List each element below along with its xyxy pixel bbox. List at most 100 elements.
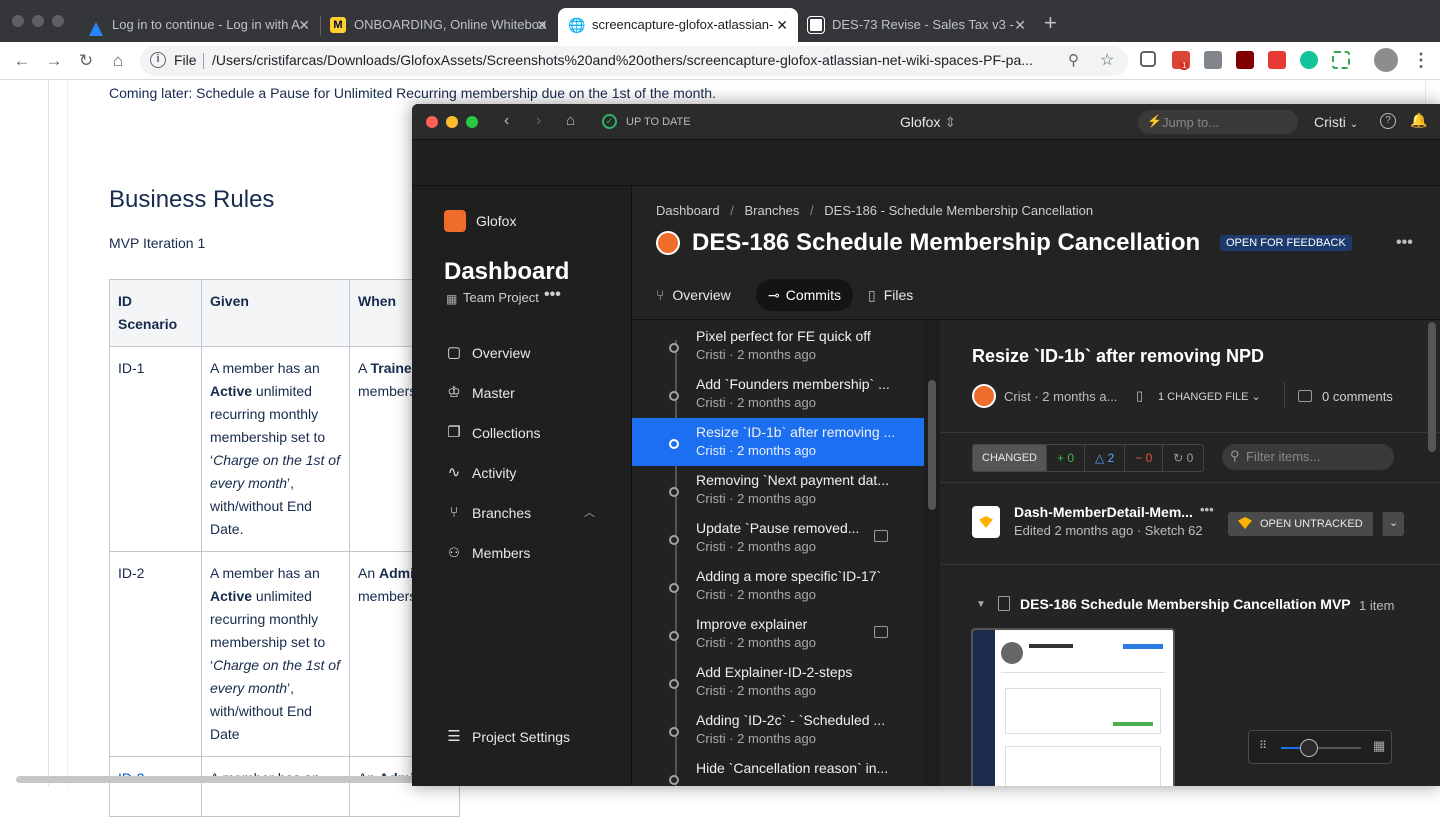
close-window-button[interactable]	[426, 116, 438, 128]
extension-icon[interactable]	[1268, 51, 1286, 69]
comment-icon[interactable]	[874, 530, 888, 542]
star-icon[interactable]: ☆	[1100, 50, 1114, 70]
sidebar-item-label: Activity	[472, 465, 517, 481]
commit-title: Resize `ID-1b` after removing ...	[696, 424, 896, 440]
close-tab-icon[interactable]: ✕	[776, 8, 788, 42]
profile-avatar[interactable]	[1374, 48, 1398, 72]
help-icon[interactable]: ?	[1380, 113, 1396, 129]
filter-modified-button[interactable]: △ 2	[1084, 445, 1124, 471]
commit-title: Add `Founders membership` ...	[696, 376, 890, 392]
browser-tab[interactable]: DES-73 Revise - Sales Tax v3 - ✕	[798, 8, 1036, 42]
project-switcher[interactable]: Glofox ⇕	[900, 114, 956, 131]
close-tab-icon[interactable]: ✕	[298, 8, 310, 42]
ublock-icon[interactable]	[1236, 51, 1254, 69]
comments-count[interactable]: 0 comments	[1322, 389, 1393, 404]
filter-added-button[interactable]: + 0	[1046, 445, 1084, 471]
commit-list-item[interactable]: Update `Pause removed... Cristi · 2 month…	[632, 514, 924, 562]
breadcrumb-item[interactable]: Dashboard	[656, 203, 720, 218]
user-menu[interactable]: Cristi ⌄	[1314, 114, 1358, 130]
tab-files[interactable]: ▯ Files	[868, 279, 913, 311]
close-tab-icon[interactable]: ✕	[536, 8, 548, 42]
home-icon[interactable]: ⌂	[566, 112, 575, 129]
sidebar-item-branches[interactable]: ⑂ Branches ︿	[444, 501, 604, 525]
horizontal-scrollbar[interactable]	[16, 776, 416, 783]
miro-icon: M	[330, 17, 346, 33]
commit-list-item[interactable]: Pixel perfect for FE quick off Cristi · 2…	[632, 322, 924, 370]
minimize-window-button[interactable]	[446, 116, 458, 128]
back-icon[interactable]: ‹	[504, 112, 509, 130]
commit-list-item[interactable]: Hide `Cancellation reason` in...	[632, 754, 924, 786]
chevron-up-icon[interactable]: ︿	[584, 501, 595, 525]
more-icon[interactable]: •••	[1200, 502, 1214, 517]
bell-icon[interactable]: 🔔	[1410, 112, 1427, 129]
gmail-icon[interactable]: 1	[1172, 51, 1190, 70]
tab-commits[interactable]: ⊸ Commits	[756, 279, 853, 311]
filter-moved-button[interactable]: ↻ 0	[1162, 445, 1203, 471]
file-icon: ▯	[1136, 388, 1144, 403]
browser-tab-active[interactable]: 🌐 screencapture-glofox-atlassian- ✕	[558, 8, 798, 42]
filter-items-input[interactable]: ⚲ Filter items...	[1222, 444, 1394, 470]
grid-small-icon[interactable]: ⠿	[1259, 739, 1267, 752]
abstract-icon	[807, 16, 825, 34]
table-header: ID Scenario	[109, 279, 202, 347]
commit-list-item[interactable]: Resize `ID-1b` after removing ... Cristi …	[632, 418, 924, 466]
file-name[interactable]: Dash-MemberDetail-Mem...	[1014, 504, 1193, 520]
commit-list-scrollbar[interactable]	[928, 380, 936, 510]
commit-meta: Cristi · 2 months ago	[696, 731, 816, 746]
detail-scrollbar[interactable]	[1428, 322, 1436, 452]
comment-icon[interactable]	[874, 626, 888, 638]
tab-overview[interactable]: ⑂ Overview	[656, 279, 731, 311]
zoom-window-button[interactable]	[466, 116, 478, 128]
commit-list-item[interactable]: Improve explainer Cristi · 2 months ago	[632, 610, 924, 658]
menu-icon[interactable]: ⋮	[1412, 50, 1430, 71]
camera-icon[interactable]	[1204, 51, 1222, 69]
zoom-slider-track[interactable]	[1281, 747, 1361, 749]
filter-changed-button[interactable]: CHANGED	[973, 445, 1047, 471]
open-options-chevron-icon[interactable]: ⌄	[1382, 512, 1404, 536]
back-icon[interactable]: ←	[11, 50, 33, 72]
person-icon: ⚇	[448, 545, 460, 560]
breadcrumb-item[interactable]: DES-186 - Schedule Membership Cancellati…	[824, 203, 1093, 218]
artboard-thumbnail[interactable]	[971, 628, 1175, 786]
collapse-triangle-icon[interactable]: ▼	[976, 599, 986, 610]
commit-list-item[interactable]: Add Explainer-ID-2-steps Cristi · 2 month…	[632, 658, 924, 706]
grid-large-icon[interactable]: ▦	[1373, 738, 1385, 754]
forward-icon[interactable]: ›	[536, 112, 541, 130]
browser-tab[interactable]: M ONBOARDING, Online Whiteboa ✕	[320, 8, 558, 42]
address-bar[interactable]: i File /Users/cristifarcas/Downloads/Glo…	[140, 46, 1128, 76]
breadcrumb-item[interactable]: Branches	[744, 203, 799, 218]
zoom-icon[interactable]: ⚲	[1068, 51, 1079, 69]
commit-list-item[interactable]: Add `Founders membership` ... Cristi · 2 …	[632, 370, 924, 418]
close-window-button[interactable]	[12, 15, 24, 27]
browser-tab[interactable]: Log in to continue - Log in with A ✕	[78, 8, 320, 42]
change-filter-group: CHANGED + 0 △ 2 − 0 ↻ 0	[972, 444, 1205, 472]
reload-icon[interactable]: ↻	[75, 50, 97, 72]
home-icon[interactable]: ⌂	[107, 50, 129, 72]
pocket-icon[interactable]	[1140, 51, 1156, 67]
info-icon[interactable]: i	[150, 52, 166, 68]
grammarly-icon[interactable]	[1300, 51, 1318, 69]
url-text[interactable]: /Users/cristifarcas/Downloads/GlofoxAsse…	[212, 52, 1052, 68]
commit-list-item[interactable]: Adding `ID-2c` - `Scheduled ... Cristi · …	[632, 706, 924, 754]
zoom-slider-thumb[interactable]	[1300, 739, 1318, 757]
cell-text: A member has an	[210, 565, 320, 581]
tab-label: Commits	[785, 287, 841, 303]
changed-files-dropdown[interactable]: 1 CHANGED FILE ⌄	[1158, 390, 1261, 403]
open-untracked-button[interactable]: OPEN UNTRACKED	[1228, 512, 1373, 536]
commit-list-item[interactable]: Adding a more specific`ID-17` Cristi · 2 …	[632, 562, 924, 610]
jump-to-input[interactable]: ⚡ Jump to...	[1138, 110, 1298, 134]
filter-removed-button[interactable]: − 0	[1124, 445, 1162, 471]
app-toolbar-strip	[412, 140, 1440, 186]
more-icon[interactable]: •••	[1396, 234, 1413, 252]
thumb-sidebar	[973, 630, 995, 786]
id-link[interactable]: ID-3	[109, 756, 202, 817]
minimize-window-button[interactable]	[32, 15, 44, 27]
forward-icon[interactable]: →	[43, 50, 65, 72]
screenshot-icon[interactable]	[1332, 51, 1350, 69]
zoom-window-button[interactable]	[52, 15, 64, 27]
more-icon[interactable]: •••	[544, 286, 561, 304]
status-badge[interactable]: OPEN FOR FEEDBACK	[1220, 235, 1352, 251]
new-tab-icon[interactable]: +	[1044, 10, 1057, 36]
commit-list-item[interactable]: Removing `Next payment dat... Cristi · 2 …	[632, 466, 924, 514]
close-tab-icon[interactable]: ✕	[1014, 8, 1026, 42]
